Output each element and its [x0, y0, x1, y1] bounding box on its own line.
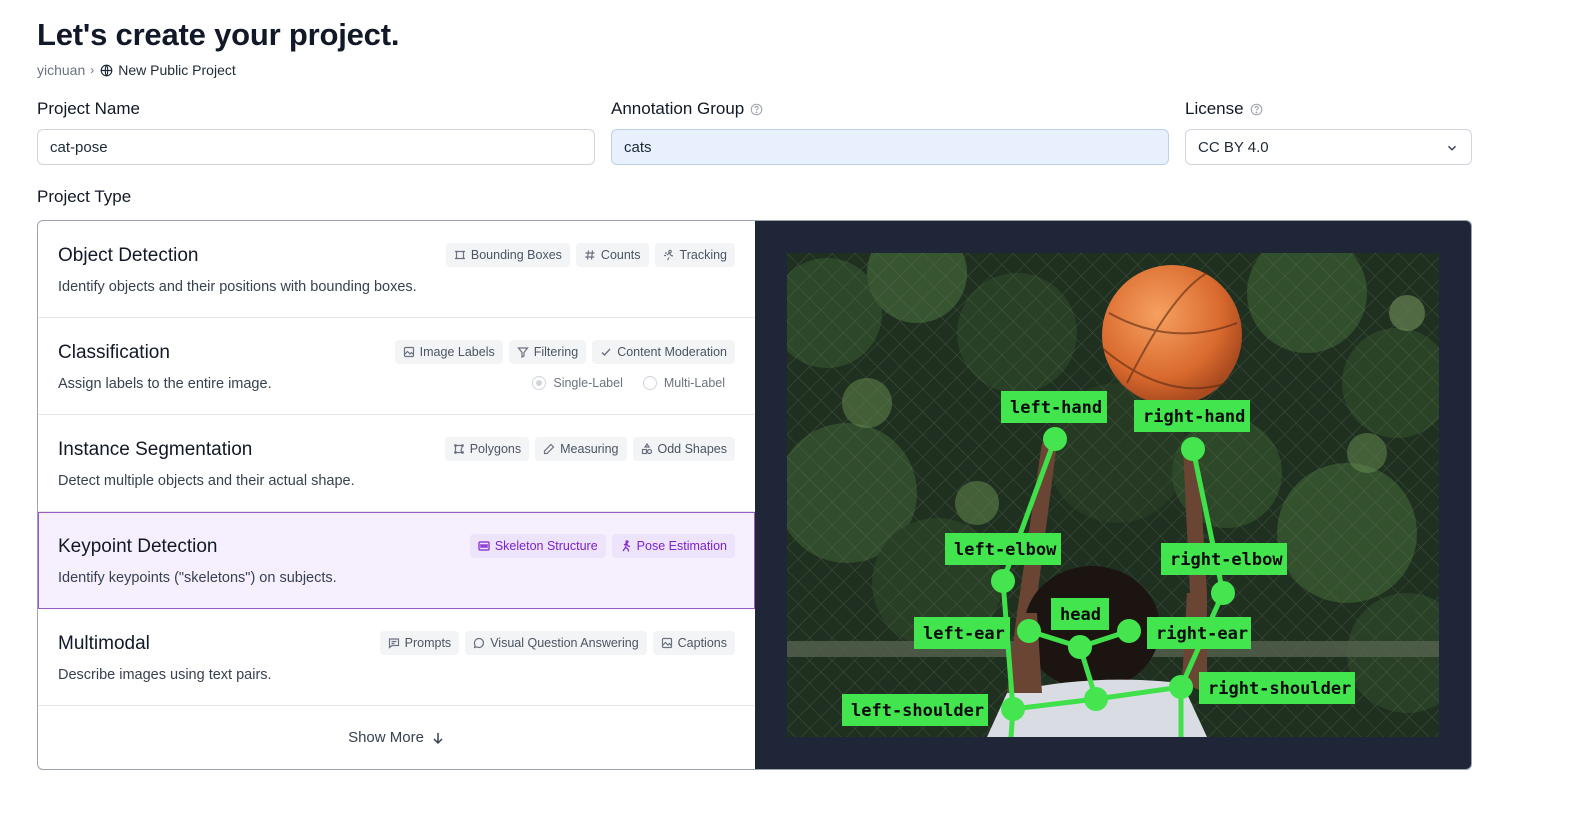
tag-visual-question-answering: Visual Question Answering [465, 631, 647, 655]
svg-text:right-hand: right-hand [1143, 407, 1245, 427]
type-classification[interactable]: Classification Image Labels Filtering Co… [38, 318, 755, 415]
radio-dot [532, 376, 547, 390]
type-title: Object Detection [58, 245, 199, 266]
project-name-label: Project Name [37, 99, 140, 118]
shapes-icon [641, 443, 652, 455]
type-title: Classification [58, 342, 170, 363]
tag-list: Skeleton Structure Pose Estimation [469, 534, 735, 558]
project-type-label: Project Type [37, 187, 132, 206]
label-left-ear: left-ear [914, 617, 1010, 649]
label-right-shoulder: right-shoulder [1199, 672, 1355, 704]
project-name-input[interactable]: cat-pose [37, 129, 595, 165]
tag-captions: Captions [652, 631, 735, 655]
tag-filtering: Filtering [508, 340, 587, 364]
tag-list: Image Labels Filtering Content Moderatio… [394, 340, 735, 364]
tag-prompts: Prompts [379, 631, 460, 655]
chevron-right-icon: › [90, 63, 95, 77]
polygon-icon [453, 444, 464, 454]
globe-icon [100, 64, 113, 76]
hash-icon [585, 250, 595, 260]
type-description: Assign labels to the entire image. [58, 376, 272, 392]
license-label: License [1185, 99, 1263, 119]
radio-multi-label[interactable]: Multi-Label [642, 376, 725, 390]
svg-text:right-shoulder: right-shoulder [1208, 679, 1351, 699]
bounding-box-icon [454, 250, 465, 260]
annotation-group-label: Annotation Group [611, 99, 763, 119]
help-icon[interactable] [750, 103, 763, 116]
project-type-preview: left-hand right-hand left-elbow right-el… [755, 221, 1471, 769]
tag-list: Prompts Visual Question Answering Captio… [379, 631, 735, 655]
project-type-list: Object Detection Bounding Boxes Counts T… [38, 221, 755, 769]
svg-text:left-ear: left-ear [923, 624, 1005, 644]
svg-text:left-elbow: left-elbow [954, 540, 1057, 560]
type-object-detection[interactable]: Object Detection Bounding Boxes Counts T… [38, 221, 755, 318]
message-circle-icon [473, 637, 485, 649]
license-select[interactable]: CC BY 4.0 [1185, 129, 1472, 165]
tag-measuring: Measuring [535, 437, 627, 461]
project-type-panel: Object Detection Bounding Boxes Counts T… [37, 220, 1472, 770]
tag-polygons: Polygons [444, 437, 530, 461]
label-right-ear: right-ear [1147, 617, 1251, 649]
type-title: Instance Segmentation [58, 439, 253, 460]
preview-photo: left-hand right-hand left-elbow right-el… [787, 253, 1439, 737]
chevron-down-icon [1448, 145, 1456, 151]
label-head: head [1051, 598, 1109, 630]
type-multimodal[interactable]: Multimodal Prompts Visual Question Answe… [38, 609, 755, 706]
type-description: Detect multiple objects and their actual… [58, 473, 355, 489]
pencil-icon [544, 443, 555, 455]
tag-list: Bounding Boxes Counts Tracking [445, 243, 735, 267]
radio-dot [642, 376, 657, 390]
help-icon[interactable] [1250, 103, 1263, 116]
breadcrumb: yichuan › New Public Project [37, 62, 236, 78]
label-left-shoulder: left-shoulder [842, 694, 988, 726]
tag-odd-shapes: Odd Shapes [632, 437, 735, 461]
svg-text:right-elbow: right-elbow [1170, 550, 1283, 570]
classification-options: Single-Label Multi-Label [532, 376, 725, 390]
breadcrumb-current: New Public Project [118, 62, 236, 78]
image-icon [403, 346, 414, 358]
tag-tracking: Tracking [654, 243, 735, 267]
label-left-hand: left-hand [1001, 391, 1107, 423]
tracking-icon [663, 249, 673, 261]
check-icon [601, 348, 611, 357]
message-square-icon [388, 638, 399, 649]
tag-image-labels: Image Labels [394, 340, 503, 364]
tag-skeleton-structure: Skeleton Structure [469, 534, 606, 558]
label-right-hand: right-hand [1134, 400, 1250, 432]
running-person-icon [622, 540, 630, 552]
type-description: Describe images using text pairs. [58, 667, 272, 683]
type-keypoint-detection[interactable]: Keypoint Detection Skeleton Structure Po… [38, 512, 755, 609]
radio-single-label[interactable]: Single-Label [532, 376, 623, 390]
svg-text:right-ear: right-ear [1156, 624, 1248, 644]
label-left-elbow: left-elbow [945, 533, 1061, 565]
svg-text:left-shoulder: left-shoulder [851, 701, 984, 721]
skeleton-icon [478, 541, 490, 551]
type-description: Identify keypoints ("skeletons") on subj… [58, 570, 337, 586]
tag-list: Polygons Measuring Odd Shapes [444, 437, 735, 461]
type-title: Keypoint Detection [58, 536, 218, 557]
type-title: Multimodal [58, 633, 150, 654]
breadcrumb-user-link[interactable]: yichuan [37, 62, 85, 78]
type-instance-segmentation[interactable]: Instance Segmentation Polygons Measuring… [38, 415, 755, 512]
type-description: Identify objects and their positions wit… [58, 279, 417, 295]
label-right-elbow: right-elbow [1161, 543, 1287, 575]
tag-bounding-boxes: Bounding Boxes [445, 243, 570, 267]
show-more-button[interactable]: Show More [38, 706, 755, 769]
tag-counts: Counts [575, 243, 649, 267]
keypoint-preview-illustration: left-hand right-hand left-elbow right-el… [787, 253, 1439, 737]
filter-icon [517, 347, 529, 358]
svg-text:left-hand: left-hand [1010, 398, 1102, 418]
annotation-group-input[interactable]: cats [611, 129, 1169, 165]
arrow-down-icon [433, 732, 443, 744]
page-title: Let's create your project. [37, 17, 400, 52]
tag-pose-estimation: Pose Estimation [611, 534, 735, 558]
tag-content-moderation: Content Moderation [592, 340, 735, 364]
svg-text:head: head [1060, 605, 1101, 625]
image-icon [661, 637, 672, 649]
